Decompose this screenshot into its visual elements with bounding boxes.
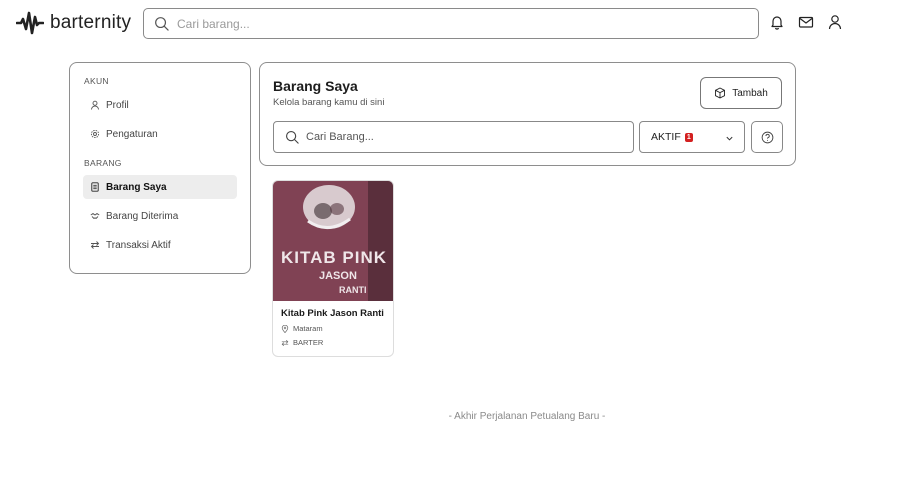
sidebar-item-transaksi-aktif[interactable]: Transaksi Aktif [83, 233, 237, 257]
item-type: BARTER [281, 338, 393, 347]
user-icon [828, 15, 842, 30]
messages-button[interactable] [798, 14, 814, 30]
swap-icon [90, 241, 100, 249]
item-type-text: BARTER [293, 338, 324, 347]
sidebar-item-label: Pengaturan [106, 128, 158, 140]
sidebar-item-barang-saya[interactable]: Barang Saya [83, 175, 237, 199]
item-title: Kitab Pink Jason Ranti [281, 308, 384, 319]
account-sidebar: AKUN Profil Pengaturan BARANG Barang Say… [69, 62, 251, 274]
cover-title-text: KITAB PINK [281, 248, 387, 267]
search-icon [155, 17, 169, 31]
swap-icon [281, 339, 289, 346]
item-search[interactable] [273, 121, 634, 153]
cover-author-last: RANTI [339, 285, 367, 295]
help-button[interactable] [751, 121, 783, 153]
sidebar-item-label: Barang Diterima [106, 210, 179, 222]
account-button[interactable] [827, 14, 843, 30]
add-item-label: Tambah [732, 87, 768, 99]
global-search-input[interactable] [177, 16, 737, 31]
sidebar-item-pengaturan[interactable]: Pengaturan [83, 122, 237, 146]
section-label-barang: BARANG [84, 158, 122, 168]
box-plus-icon [715, 87, 726, 99]
add-item-button[interactable]: Tambah [700, 77, 782, 109]
brand-name: barternity [50, 12, 132, 33]
status-filter-value: AKTIF [651, 131, 681, 143]
item-location: Mataram [281, 324, 393, 333]
item-location-text: Mataram [293, 324, 323, 333]
map-pin-icon [281, 324, 289, 333]
sidebar-item-label: Transaksi Aktif [106, 239, 171, 251]
item-card[interactable]: KITAB PINK JASON RANTI Kitab Pink Jason … [272, 180, 394, 357]
search-icon [286, 131, 299, 144]
item-search-input[interactable] [306, 131, 626, 143]
chevron-down-icon [726, 136, 733, 141]
user-icon [91, 100, 99, 110]
my-items-panel: Barang Saya Kelola barang kamu di sini T… [259, 62, 796, 166]
global-search[interactable] [143, 8, 759, 39]
sidebar-item-barang-diterima[interactable]: Barang Diterima [83, 204, 237, 228]
page-title: Barang Saya [273, 78, 358, 94]
top-header: barternity [0, 0, 900, 46]
sidebar-item-label: Barang Saya [106, 181, 167, 193]
document-icon [91, 182, 99, 192]
end-of-list-note: - Akhir Perjalanan Petualang Baru - [448, 411, 606, 422]
section-label-akun: AKUN [84, 76, 109, 86]
logo-icon [16, 11, 44, 35]
filter-count-badge: 1 [684, 132, 693, 142]
status-filter-select[interactable]: AKTIF 1 [639, 121, 745, 153]
sidebar-item-label: Profil [106, 99, 129, 111]
mail-icon [798, 16, 814, 28]
gear-icon [90, 129, 100, 139]
cover-author-first: JASON [319, 270, 357, 282]
sidebar-item-profil[interactable]: Profil [83, 93, 237, 117]
help-icon [761, 131, 773, 143]
notification-button[interactable] [769, 14, 785, 30]
bell-icon [771, 16, 783, 30]
handshake-icon [90, 213, 100, 219]
item-cover-image: KITAB PINK JASON RANTI [273, 181, 393, 301]
brand-logo[interactable]: barternity [16, 10, 131, 36]
page-subtitle: Kelola barang kamu di sini [273, 97, 385, 108]
